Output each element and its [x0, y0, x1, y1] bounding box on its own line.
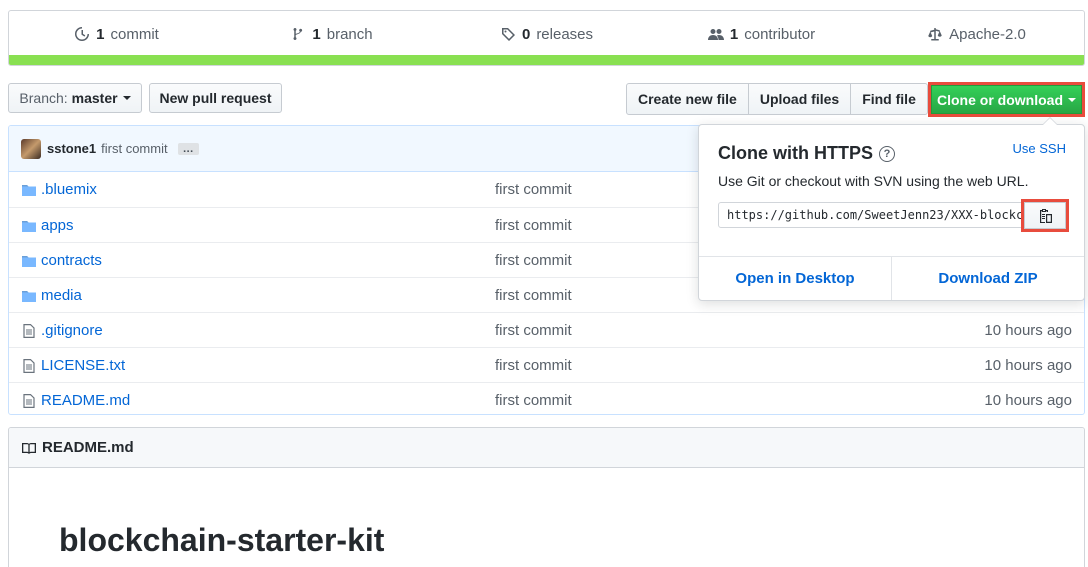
file-age: 10 hours ago [984, 356, 1072, 374]
people-icon [707, 29, 724, 40]
contributors-link[interactable]: 1 contributor [654, 26, 869, 43]
readme-header: README.md [9, 428, 1084, 468]
file-commit-message[interactable]: first commit [495, 217, 572, 234]
file-name-link[interactable]: apps [41, 217, 74, 234]
upload-files-button[interactable]: Upload files [747, 83, 852, 115]
commits-label: commit [110, 25, 159, 43]
clone-highlight-box: Clone or download [928, 82, 1085, 117]
file-name-link[interactable]: README.md [41, 392, 130, 409]
book-icon [22, 442, 36, 454]
file-age: 10 hours ago [984, 391, 1072, 409]
folder-icon [21, 218, 37, 234]
releases-count: 0 [521, 25, 531, 43]
file-commit-message[interactable]: first commit [495, 357, 572, 374]
contributors-count: 1 [729, 25, 739, 43]
branches-count: 1 [312, 25, 321, 43]
folder-icon [21, 253, 37, 269]
contributors-label: contributor [744, 25, 816, 43]
commit-author[interactable]: sstone1 [47, 141, 96, 156]
find-file-button[interactable]: Find file [850, 83, 928, 115]
clone-or-download-label: Clone or download [937, 91, 1063, 108]
new-pull-request-label: New pull request [159, 90, 272, 106]
readme-filename: README.md [42, 439, 134, 456]
commit-message[interactable]: first commit [101, 141, 167, 156]
license-link[interactable]: Apache-2.0 [869, 26, 1084, 43]
clone-title-text: Clone with HTTPS [718, 143, 873, 163]
clipboard-icon [1040, 208, 1052, 223]
avatar[interactable] [21, 138, 41, 159]
releases-label: releases [536, 25, 594, 43]
table-row[interactable]: LICENSE.txt first commit 10 hours ago [9, 347, 1084, 382]
branch-name: master [71, 90, 118, 106]
new-pull-request-button[interactable]: New pull request [149, 83, 282, 113]
branch-icon [293, 28, 303, 40]
branches-label: branch [326, 25, 373, 43]
branch-select-button[interactable]: Branch: master [8, 83, 142, 113]
create-new-file-button[interactable]: Create new file [626, 83, 749, 115]
expand-commit-button[interactable]: … [177, 142, 199, 155]
file-age: 10 hours ago [984, 321, 1072, 339]
table-row[interactable]: .gitignore first commit 10 hours ago [9, 312, 1084, 347]
tag-icon [501, 28, 515, 41]
clone-popover: Clone with HTTPS ? Use SSH Use Git or ch… [698, 117, 1085, 301]
file-commit-message[interactable]: first commit [495, 252, 572, 269]
language-bar[interactable] [9, 55, 1084, 65]
chevron-down-icon [1068, 97, 1076, 102]
clone-description: Use Git or checkout with SVN using the w… [718, 173, 1029, 189]
license-label: Apache-2.0 [949, 25, 1026, 43]
releases-link[interactable]: 0 releases [439, 26, 654, 43]
file-icon [21, 323, 37, 339]
history-icon [75, 27, 90, 41]
branches-link[interactable]: 1 branch [224, 26, 439, 43]
clone-or-download-button[interactable]: Clone or download [931, 85, 1082, 114]
file-icon [21, 393, 37, 409]
file-name-link[interactable]: .gitignore [41, 322, 103, 339]
file-name-link[interactable]: .bluemix [41, 181, 97, 198]
use-ssh-link[interactable]: Use SSH [1013, 141, 1066, 156]
repo-summary: 1 commit 1 branch 0 releases 1 contribut… [8, 10, 1085, 66]
file-commit-message[interactable]: first commit [495, 287, 572, 304]
clone-popover-title: Clone with HTTPS ? [718, 143, 895, 164]
file-name-link[interactable]: LICENSE.txt [41, 357, 125, 374]
file-commit-message[interactable]: first commit [495, 181, 572, 198]
readme-box: README.md blockchain-starter-kit [8, 427, 1085, 567]
file-icon [21, 358, 37, 374]
branch-prefix: Branch: [19, 90, 68, 106]
readme-title: blockchain-starter-kit [59, 522, 385, 558]
folder-icon [21, 182, 37, 198]
file-actions-group: Create new file Upload files Find file [626, 83, 928, 115]
commits-count: 1 [96, 25, 105, 43]
download-zip-button[interactable]: Download ZIP [892, 257, 1084, 300]
law-icon [928, 28, 942, 41]
clone-popover-footer: Open in Desktop Download ZIP [699, 256, 1084, 300]
commits-link[interactable]: 1 commit [9, 26, 224, 43]
file-name-link[interactable]: contracts [41, 252, 102, 269]
clone-url-input[interactable]: https://github.com/SweetJenn23/XXX-block… [718, 202, 1022, 228]
table-row[interactable]: README.md first commit 10 hours ago [9, 382, 1084, 414]
file-commit-message[interactable]: first commit [495, 392, 572, 409]
file-name-link[interactable]: media [41, 287, 82, 304]
copy-to-clipboard-button[interactable] [1024, 202, 1066, 229]
copy-highlight-box [1021, 199, 1069, 232]
open-in-desktop-button[interactable]: Open in Desktop [699, 257, 892, 300]
file-commit-message[interactable]: first commit [495, 322, 572, 339]
folder-icon [21, 288, 37, 304]
question-icon[interactable]: ? [879, 145, 895, 162]
chevron-down-icon [122, 96, 131, 100]
